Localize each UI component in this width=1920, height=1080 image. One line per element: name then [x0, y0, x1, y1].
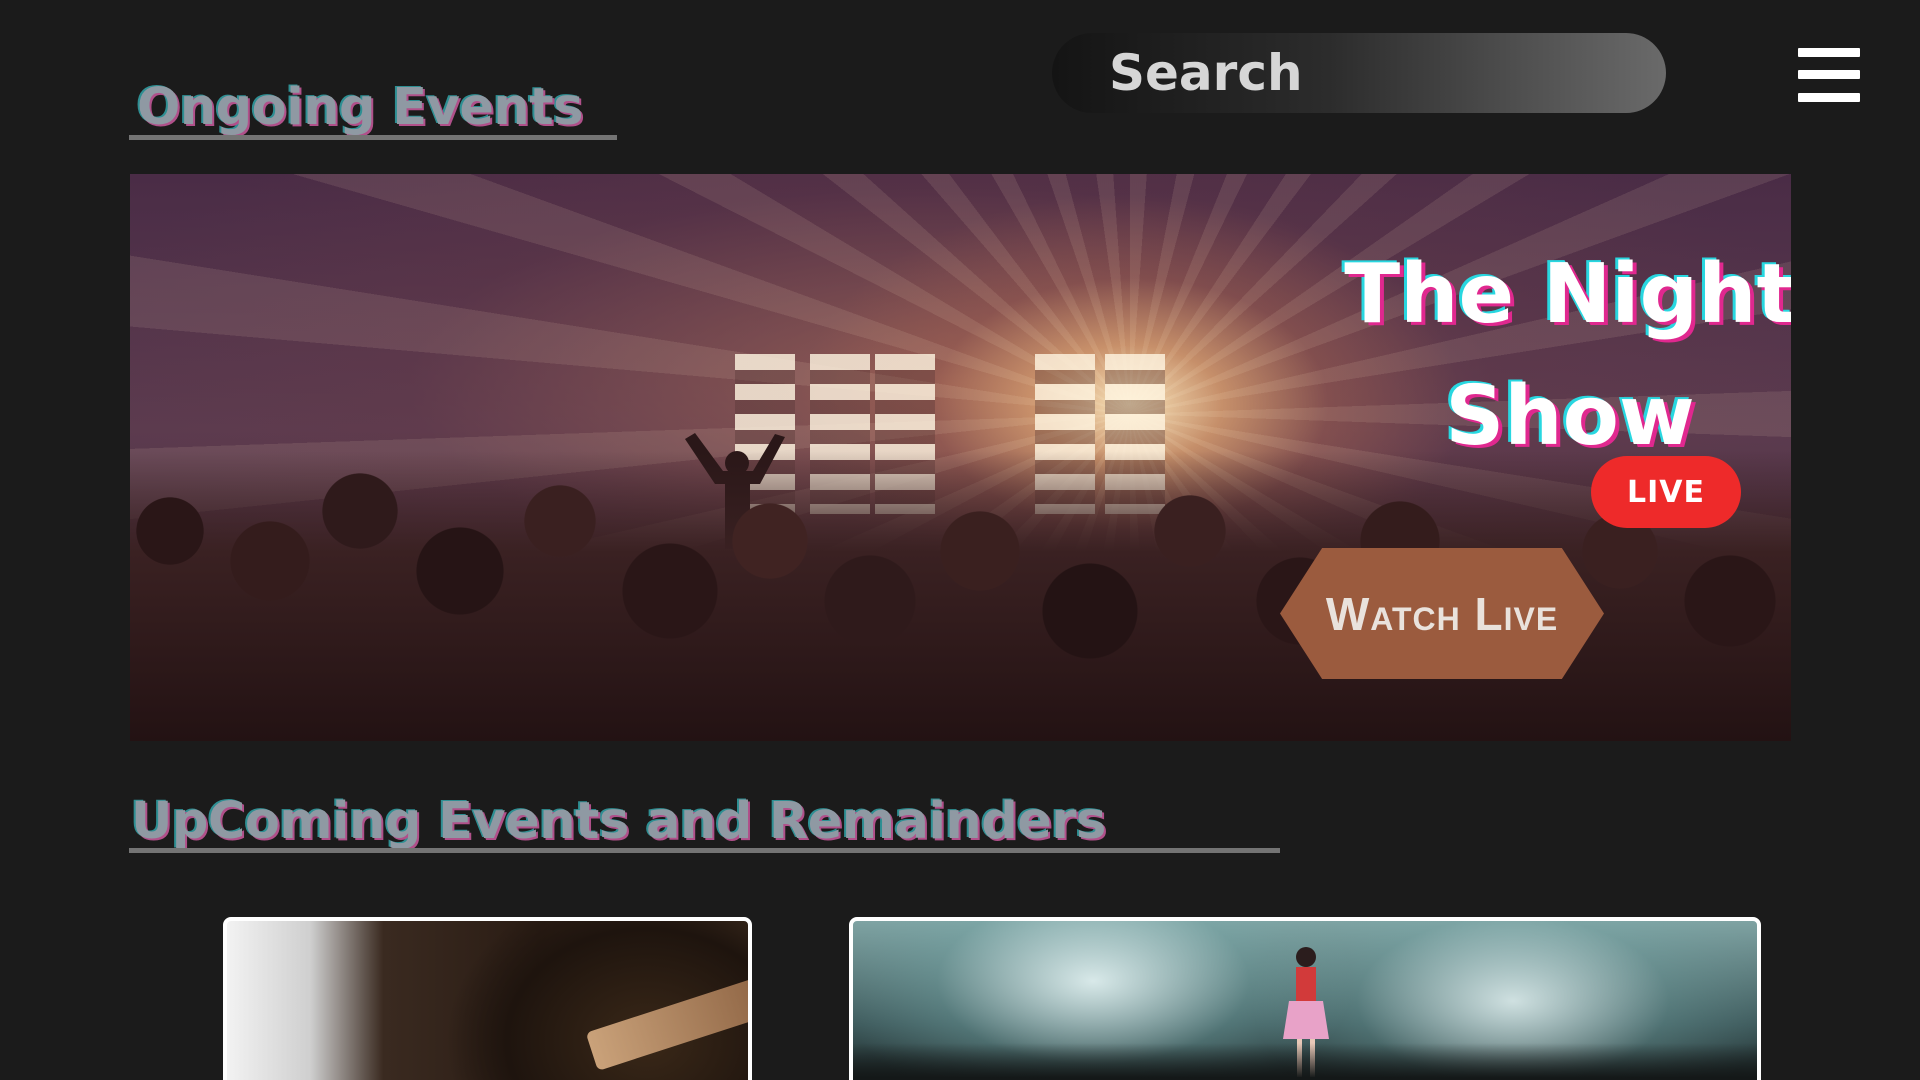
search-input[interactable] [1107, 43, 1631, 103]
live-badge: LIVE [1591, 456, 1741, 528]
concert-audience [853, 1043, 1757, 1080]
hero-title-line2: Show [1445, 369, 1695, 464]
hamburger-menu-icon[interactable] [1798, 48, 1860, 102]
upcoming-events-title: UpComing Events and Remainders [131, 792, 1106, 851]
events-page: Ongoing Events The Night Show LIVE Watch… [0, 0, 1920, 1080]
search-bar[interactable] [1052, 33, 1666, 113]
watch-live-button[interactable]: Watch Live [1280, 548, 1604, 679]
upcoming-event-card-guitar[interactable] [223, 917, 752, 1080]
upcoming-events-underline [129, 848, 1280, 853]
hero-banner[interactable]: The Night Show LIVE Watch Live [130, 174, 1791, 741]
ongoing-events-title: Ongoing Events [137, 78, 583, 137]
hero-title: The Night Show [1320, 234, 1791, 478]
ongoing-events-underline [129, 135, 617, 140]
hero-title-line1: The Night [1344, 247, 1791, 342]
guitar-image [585, 971, 748, 1071]
upcoming-event-card-concert[interactable] [849, 917, 1761, 1080]
